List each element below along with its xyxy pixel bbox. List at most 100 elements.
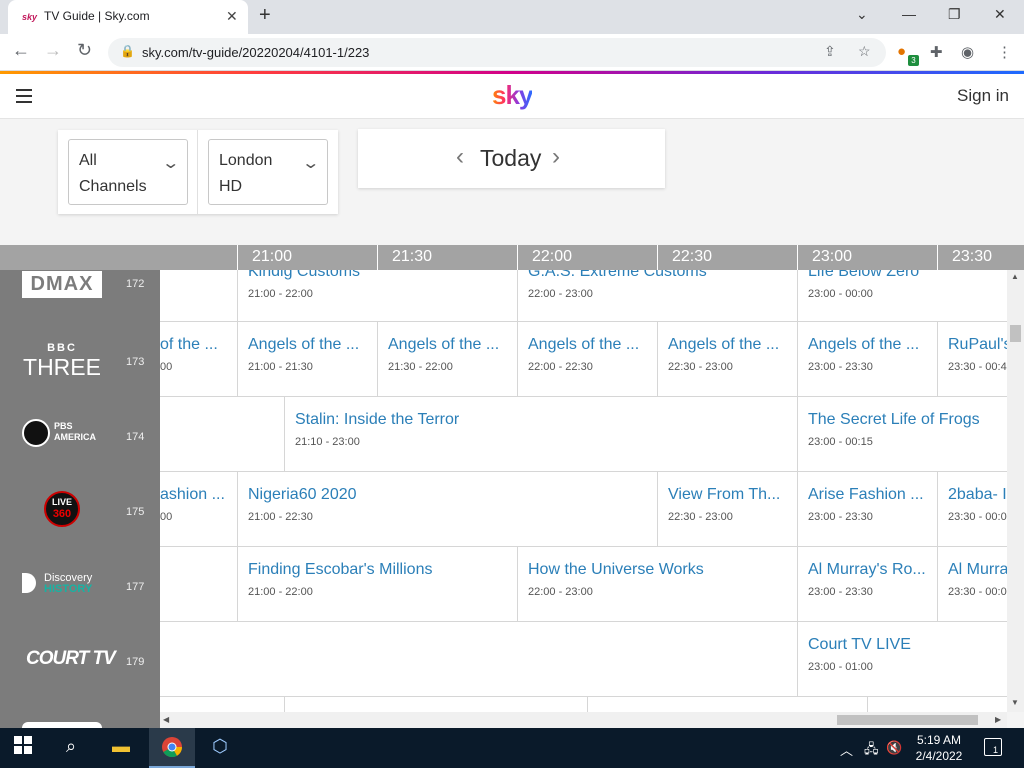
vertical-scroll-thumb[interactable] [1010, 325, 1021, 342]
programme-cell[interactable]: Angels of the ... 21:00 - 21:30 [238, 322, 378, 397]
programme-cell[interactable]: Kindig Customs 21:00 - 22:00 [238, 270, 518, 322]
programme-cell[interactable]: Life Below Zero 23:00 - 00:00 [798, 270, 1007, 322]
virtualbox-icon[interactable]: ⬡ [197, 728, 243, 768]
programme-cell[interactable]: 2baba- I 23:30 - 00:0 [938, 472, 1007, 547]
url-text[interactable]: sky.com/tv-guide/20220204/4101-1/223 [142, 45, 369, 60]
channel-number: 179 [126, 656, 145, 668]
vertical-scrollbar[interactable]: ▲ ▼ [1007, 270, 1024, 712]
programme-cell[interactable]: of the ... 00 [160, 322, 238, 397]
programme-cell[interactable]: Finding Escobar's Millions 21:00 - 22:00 [238, 547, 518, 622]
share-icon[interactable]: ⇪ [824, 43, 836, 60]
sign-in-link[interactable]: Sign in [957, 86, 1009, 106]
channel-number: 172 [126, 278, 145, 290]
programme-cell[interactable]: Stalin: Inside the Terror 21:10 - 23:00 [285, 397, 798, 472]
extensions-puzzle-icon[interactable]: ✚ [930, 43, 943, 61]
browser-tab[interactable]: sky TV Guide | Sky.com ✕ [8, 0, 248, 34]
programme-cell[interactable] [588, 697, 868, 712]
programme-cell[interactable]: ashion ... 00 [160, 472, 238, 547]
close-tab-icon[interactable]: ✕ [226, 8, 238, 25]
sky-logo[interactable]: sky [492, 80, 533, 111]
programme-cell[interactable]: RuPaul's 23:30 - 00:4 [938, 322, 1007, 397]
volume-muted-icon[interactable]: 🔇 [886, 740, 902, 756]
channel-row-pbs-america[interactable]: PBS AMERICA 174 [0, 401, 160, 476]
region-select[interactable]: London HD ⌄ [208, 139, 328, 205]
tray-chevron-icon[interactable]: ︿ [840, 740, 853, 759]
new-tab-button[interactable]: + [259, 4, 271, 27]
channel-row-live-360[interactable]: LIVE 360 175 [0, 476, 160, 551]
forward-icon[interactable]: → [44, 40, 62, 61]
tab-search-icon[interactable]: ⌄ [856, 6, 868, 23]
programme-cell[interactable] [868, 697, 1007, 712]
channels-select[interactable]: All Channels ⌄ [68, 139, 188, 205]
previous-day-icon[interactable]: ‹ [456, 143, 464, 171]
horizontal-scrollbar[interactable]: ◀ ▶ [160, 712, 1007, 728]
programme-cell[interactable] [160, 622, 798, 697]
programme-cell[interactable]: Arise Fashion ... 23:00 - 23:30 [798, 472, 938, 547]
programme-cell[interactable]: Nigeria60 2020 21:00 - 22:30 [238, 472, 658, 547]
programme-time: 23:30 - 00:0 [948, 511, 1007, 523]
scroll-left-icon[interactable]: ◀ [163, 715, 169, 724]
back-icon[interactable]: ← [12, 40, 30, 61]
programme-cell[interactable] [160, 697, 285, 712]
programme-cell[interactable]: The Secret Life of Frogs 23:00 - 00:15 [798, 397, 1007, 472]
channel-row-bbc-three[interactable]: BBC THREE 173 [0, 326, 160, 401]
programme-cell[interactable]: Angels of the ... 22:30 - 23:00 [658, 322, 798, 397]
filter-panel: All Channels ⌄ London HD ⌄ [58, 130, 338, 214]
programme-cell[interactable]: G.A.S. Extreme Customs 22:00 - 23:00 [518, 270, 798, 322]
programme-cell[interactable]: Al Murray's Ro... 23:00 - 23:30 [798, 547, 938, 622]
time-slot: 22:30 [657, 245, 797, 270]
taskbar-clock[interactable]: 5:19 AM 2/4/2022 [914, 732, 964, 764]
programme-cell[interactable] [160, 547, 238, 622]
programme-title: Angels of the ... [528, 336, 640, 353]
network-icon[interactable]: 🖧 [864, 740, 879, 762]
programme-cell[interactable]: View From Th... 22:30 - 23:00 [658, 472, 798, 547]
programme-cell[interactable] [285, 697, 588, 712]
programme-time: 22:00 - 22:30 [528, 361, 593, 373]
channel-row-discovery-history[interactable]: Discovery HISTORY 177 [0, 551, 160, 626]
reload-icon[interactable]: ↻ [77, 40, 92, 61]
file-explorer-icon[interactable]: ▬ [98, 728, 144, 768]
programme-cell[interactable] [160, 397, 285, 472]
scroll-right-icon[interactable]: ▶ [995, 715, 1001, 724]
horizontal-scroll-thumb[interactable] [837, 715, 978, 725]
programme-time: 23:00 - 23:30 [808, 361, 873, 373]
chevron-down-icon: ⌄ [160, 155, 180, 172]
restore-button[interactable]: ❐ [948, 6, 961, 23]
time-slot: 21:00 [237, 245, 377, 270]
windows-taskbar: ⌕ ▬ ⬡ ︿ 🖧 🔇 5:19 AM 2/4/2022 1 [0, 728, 1024, 768]
extension-icon[interactable]: ● [897, 43, 906, 60]
programme-title: Angels of the ... [668, 336, 780, 353]
three-logo-text: THREE [23, 354, 101, 380]
lock-icon[interactable]: 🔒 [120, 44, 135, 58]
browser-tab-strip: sky TV Guide | Sky.com ✕ + ⌄ — ❐ ✕ [0, 0, 1024, 34]
search-icon[interactable]: ⌕ [48, 728, 94, 768]
pbs-logo-icon [22, 419, 50, 447]
programme-cell[interactable]: Angels of the ... 21:30 - 22:00 [378, 322, 518, 397]
channel-row-court-tv[interactable]: COURT TV 179 [0, 626, 160, 701]
close-window-button[interactable]: ✕ [994, 6, 1006, 23]
address-bar[interactable]: 🔒 sky.com/tv-guide/20220204/4101-1/223 ⇪… [108, 38, 886, 67]
region-select-line2: HD [219, 178, 243, 195]
windows-start-icon[interactable] [0, 728, 46, 768]
chrome-taskbar-icon[interactable] [149, 728, 195, 768]
menu-kebab-icon[interactable]: ⋮ [997, 43, 1012, 61]
action-center-icon[interactable]: 1 [984, 738, 1002, 756]
scroll-down-icon[interactable]: ▼ [1011, 698, 1019, 707]
programme-cell[interactable]: Al Murra 23:30 - 00:0 [938, 547, 1007, 622]
programme-cell[interactable]: Court TV LIVE 23:00 - 01:00 [798, 622, 1007, 697]
programme-title: Al Murray's Ro... [808, 561, 926, 578]
hamburger-menu-icon[interactable] [16, 89, 32, 103]
programme-cell[interactable]: Angels of the ... 22:00 - 22:30 [518, 322, 658, 397]
programme-cell[interactable] [160, 270, 238, 322]
scroll-up-icon[interactable]: ▲ [1011, 272, 1019, 281]
discovery-logo-icon [22, 573, 36, 593]
programme-time: 21:00 - 21:30 [248, 361, 313, 373]
bookmark-star-icon[interactable]: ☆ [858, 43, 871, 60]
programme-cell[interactable]: How the Universe Works 22:00 - 23:00 [518, 547, 798, 622]
programme-cell[interactable]: Angels of the ... 23:00 - 23:30 [798, 322, 938, 397]
programme-time: 22:00 - 23:00 [528, 288, 593, 300]
profile-avatar-icon[interactable]: ◉ [961, 43, 974, 61]
date-picker: ‹ Today › [358, 129, 665, 188]
minimize-button[interactable]: — [902, 6, 916, 22]
next-day-icon[interactable]: › [552, 143, 560, 171]
